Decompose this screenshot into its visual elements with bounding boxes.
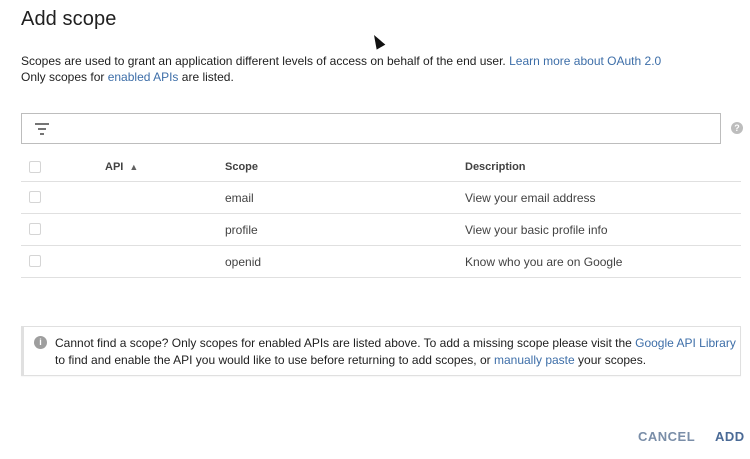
row-scope: openid — [225, 255, 262, 269]
row-checkbox[interactable] — [29, 191, 41, 203]
add-button[interactable]: ADD — [715, 429, 745, 444]
row-checkbox[interactable] — [29, 223, 41, 235]
column-header-description: Description — [465, 161, 526, 173]
notice-text-c: your scopes. — [574, 353, 647, 367]
google-api-library-link[interactable]: Google API Library — [635, 336, 736, 350]
intro-text-2a: Only scopes for — [21, 70, 108, 84]
intro-text: Scopes are used to grant an application … — [21, 53, 661, 85]
table-row[interactable]: openid Know who you are on Google — [21, 246, 741, 278]
help-icon[interactable]: ? — [731, 122, 743, 134]
table-header-row: API ▲ Scope Description — [21, 153, 741, 182]
table-row[interactable]: email View your email address — [21, 182, 741, 214]
row-checkbox[interactable] — [29, 255, 41, 267]
enabled-apis-link[interactable]: enabled APIs — [108, 70, 179, 84]
intro-line-1: Scopes are used to grant an application … — [21, 53, 661, 69]
column-header-api[interactable]: API ▲ — [105, 153, 138, 182]
intro-text-1: Scopes are used to grant an application … — [21, 54, 510, 68]
dialog-title: Add scope — [21, 8, 117, 30]
column-header-api-label: API — [105, 161, 124, 173]
notice-text: Cannot find a scope? Only scopes for ena… — [55, 335, 737, 369]
row-scope: email — [225, 191, 254, 205]
filter-icon[interactable] — [35, 123, 49, 135]
scopes-table: API ▲ Scope Description email View your e… — [21, 153, 741, 278]
notice-text-a: Cannot find a scope? Only scopes for ena… — [55, 336, 636, 350]
learn-more-oauth-link[interactable]: Learn more about OAuth 2.0 — [509, 54, 661, 68]
row-description: View your basic profile info — [465, 223, 608, 237]
select-all-checkbox[interactable] — [29, 161, 41, 173]
row-description: View your email address — [465, 191, 596, 205]
filter-bar[interactable] — [21, 113, 721, 144]
info-icon: i — [34, 336, 47, 349]
missing-scope-notice: i Cannot find a scope? Only scopes for e… — [21, 326, 741, 376]
notice-text-b: to find and enable the API you would lik… — [55, 353, 494, 367]
intro-line-2: Only scopes for enabled APIs are listed. — [21, 69, 661, 85]
row-scope: profile — [225, 223, 258, 237]
sort-ascending-icon: ▲ — [129, 162, 139, 172]
filter-input[interactable] — [58, 114, 713, 143]
mouse-cursor-icon — [369, 32, 386, 50]
intro-text-2b: are listed. — [178, 70, 234, 84]
manually-paste-link[interactable]: manually paste — [494, 353, 575, 367]
row-description: Know who you are on Google — [465, 255, 623, 269]
table-row[interactable]: profile View your basic profile info — [21, 214, 741, 246]
cancel-button[interactable]: CANCEL — [638, 429, 695, 444]
column-header-scope: Scope — [225, 161, 259, 173]
